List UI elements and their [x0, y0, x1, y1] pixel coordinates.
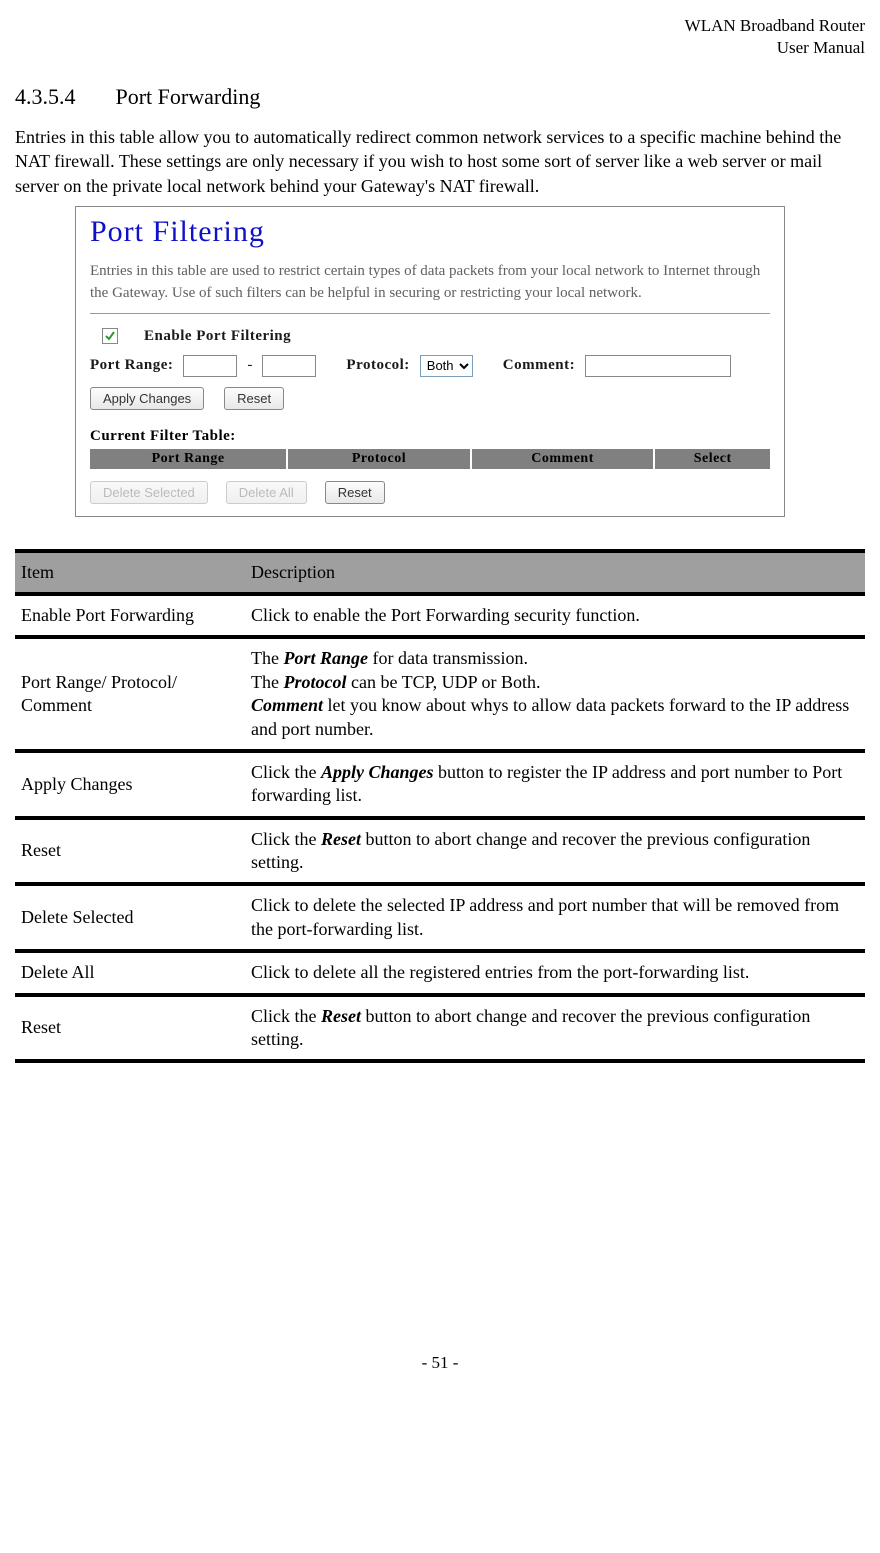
check-icon — [104, 330, 116, 342]
apply-reset-row: Apply Changes Reset — [90, 387, 770, 410]
desc-item: Enable Port Forwarding — [15, 594, 245, 637]
section-number: 4.3.5.4 — [15, 84, 110, 110]
port-range-row: Port Range: - Protocol: Both Comment: — [90, 355, 770, 377]
desc-text: Click to delete all the registered entri… — [245, 951, 865, 994]
desc-head-desc: Description — [245, 551, 865, 594]
table-row: ResetClick the Reset button to abort cha… — [15, 995, 865, 1062]
enable-row: Enable Port Filtering — [90, 328, 770, 345]
desc-item: Port Range/ Protocol/ Comment — [15, 637, 245, 751]
filter-table: Port Range Protocol Comment Select — [90, 449, 770, 469]
intro-paragraph: Entries in this table allow you to autom… — [15, 125, 865, 198]
desc-item: Apply Changes — [15, 751, 245, 818]
comment-input[interactable] — [585, 355, 731, 377]
desc-head-item: Item — [15, 551, 245, 594]
table-row: Delete AllClick to delete all the regist… — [15, 951, 865, 994]
th-protocol: Protocol — [287, 449, 471, 469]
th-comment: Comment — [471, 449, 655, 469]
enable-checkbox[interactable] — [102, 328, 118, 344]
divider — [90, 313, 770, 314]
protocol-label: Protocol: — [346, 357, 409, 374]
reset-button[interactable]: Reset — [224, 387, 284, 410]
port-range-to-input[interactable] — [262, 355, 316, 377]
th-port-range: Port Range — [90, 449, 287, 469]
screenshot-title: Port Filtering — [90, 215, 770, 249]
delete-selected-button[interactable]: Delete Selected — [90, 481, 208, 504]
doc-header: WLAN Broadband Router User Manual — [15, 15, 865, 59]
desc-text: Click the Reset button to abort change a… — [245, 995, 865, 1062]
reset2-button[interactable]: Reset — [325, 481, 385, 504]
desc-item: Reset — [15, 995, 245, 1062]
desc-item: Delete Selected — [15, 884, 245, 951]
description-table: Item Description Enable Port ForwardingC… — [15, 549, 865, 1064]
section-title: Port Forwarding — [116, 84, 261, 109]
protocol-select[interactable]: Both — [420, 355, 473, 377]
desc-text: Click to enable the Port Forwarding secu… — [245, 594, 865, 637]
header-line1: WLAN Broadband Router — [685, 16, 865, 35]
desc-item: Reset — [15, 818, 245, 885]
dash-separator: - — [247, 357, 252, 374]
delete-row: Delete Selected Delete All Reset — [90, 481, 770, 504]
apply-changes-button[interactable]: Apply Changes — [90, 387, 204, 410]
header-line2: User Manual — [777, 38, 865, 57]
port-range-label: Port Range: — [90, 357, 173, 374]
screenshot-panel: Port Filtering Entries in this table are… — [75, 206, 785, 517]
delete-all-button[interactable]: Delete All — [226, 481, 307, 504]
desc-text: The Port Range for data transmission.The… — [245, 637, 865, 751]
table-row: ResetClick the Reset button to abort cha… — [15, 818, 865, 885]
filter-table-title: Current Filter Table: — [90, 428, 770, 445]
port-range-from-input[interactable] — [183, 355, 237, 377]
desc-item: Delete All — [15, 951, 245, 994]
page-number: - 51 - — [15, 1353, 865, 1373]
table-row: Apply ChangesClick the Apply Changes but… — [15, 751, 865, 818]
desc-table-head-row: Item Description — [15, 551, 865, 594]
table-header-row: Port Range Protocol Comment Select — [90, 449, 770, 469]
th-select: Select — [654, 449, 770, 469]
comment-label: Comment: — [503, 357, 575, 374]
section-heading: 4.3.5.4 Port Forwarding — [15, 84, 865, 110]
table-row: Enable Port ForwardingClick to enable th… — [15, 594, 865, 637]
enable-label: Enable Port Filtering — [144, 328, 291, 345]
desc-text: Click to delete the selected IP address … — [245, 884, 865, 951]
desc-text: Click the Reset button to abort change a… — [245, 818, 865, 885]
table-row: Delete SelectedClick to delete the selec… — [15, 884, 865, 951]
screenshot-desc: Entries in this table are used to restri… — [90, 261, 770, 305]
table-row: Port Range/ Protocol/ CommentThe Port Ra… — [15, 637, 865, 751]
desc-text: Click the Apply Changes button to regist… — [245, 751, 865, 818]
